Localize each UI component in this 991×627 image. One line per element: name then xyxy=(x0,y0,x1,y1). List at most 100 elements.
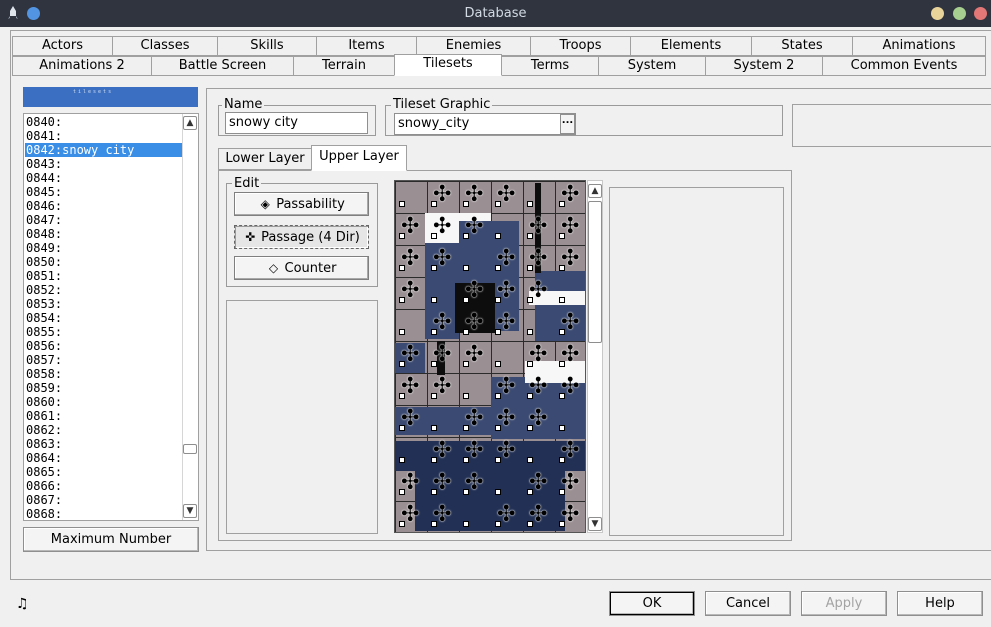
help-button[interactable]: Help xyxy=(897,591,983,616)
tab-tilesets[interactable]: Tilesets xyxy=(394,54,502,76)
passability-icon: ◈ xyxy=(260,197,270,211)
tile-properties-area xyxy=(609,187,784,536)
music-note-icon[interactable]: ♫ xyxy=(16,596,32,612)
list-item[interactable]: 0845: xyxy=(25,185,182,199)
list-item[interactable]: 0853: xyxy=(25,297,182,311)
tab-terrain[interactable]: Terrain xyxy=(293,56,395,76)
tab-common-events[interactable]: Common Events xyxy=(822,56,986,76)
list-item[interactable]: 0844: xyxy=(25,171,182,185)
passage-4dir-label: Passage (4 Dir) xyxy=(261,230,360,245)
name-input[interactable]: snowy city xyxy=(225,112,368,134)
tab-animations-2[interactable]: Animations 2 xyxy=(12,56,152,76)
passage-marker-icon xyxy=(431,297,437,303)
tab-lower-layer[interactable]: Lower Layer xyxy=(218,148,312,170)
tab-battle-screen[interactable]: Battle Screen xyxy=(151,56,294,76)
list-item[interactable]: 0868: xyxy=(25,507,182,520)
tab-animations[interactable]: Animations xyxy=(852,36,986,56)
list-item[interactable]: 0858: xyxy=(25,367,182,381)
passage-marker-icon xyxy=(559,425,565,431)
tileset-scroll-down-icon[interactable]: ▼ xyxy=(588,517,602,531)
tileset-scroll-thumb[interactable] xyxy=(588,201,602,343)
tab-troops[interactable]: Troops xyxy=(530,36,631,56)
tab-skills[interactable]: Skills xyxy=(217,36,317,56)
list-item[interactable]: 0849: xyxy=(25,241,182,255)
name-label: Name xyxy=(222,97,265,112)
passage-marker-icon xyxy=(463,393,469,399)
tab-terms[interactable]: Terms xyxy=(501,56,599,76)
four-way-arrow-icon: ✣ xyxy=(497,438,516,463)
tab-items[interactable]: Items xyxy=(316,36,417,56)
list-item[interactable]: 0842:snowy city xyxy=(25,143,182,157)
list-item[interactable]: 0866: xyxy=(25,479,182,493)
tileset-graphic-label: Tileset Graphic xyxy=(391,97,493,112)
browse-button[interactable]: ... xyxy=(560,114,575,134)
tileset-scrollbar[interactable]: ▲ ▼ xyxy=(587,180,603,533)
passability-button[interactable]: ◈ Passability xyxy=(234,192,369,216)
passage-marker-icon xyxy=(527,457,533,463)
list-item[interactable]: 0862: xyxy=(25,423,182,437)
tab-elements[interactable]: Elements xyxy=(630,36,752,56)
four-way-arrow-icon: ✣ xyxy=(497,502,516,527)
tileset-preview[interactable]: ✣ ✣ ✣ ✣ ✣ ✣ ✣ ✣ ✣ ✣ ✣ ✣ ✣ ✣ ✣ ✣ ✣ ✣ ✣ ✣ ✣ ✣ ✣ ✣ ✣ ✣ ✣ ✣ ✣ ✣ ✣ ✣ ✣ ✣ ✣ ✣ ✣ ✣ ✣ ✣… xyxy=(394,180,586,533)
passage-4dir-button[interactable]: ✜ Passage (4 Dir) xyxy=(234,225,369,249)
list-item[interactable]: 0848: xyxy=(25,227,182,241)
list-item[interactable]: 0846: xyxy=(25,199,182,213)
title-bar: Database xyxy=(0,0,991,27)
counter-button[interactable]: ◇ Counter xyxy=(234,256,369,280)
scroll-thumb[interactable] xyxy=(183,444,197,454)
tileset-graphic-field[interactable]: snowy_city xyxy=(394,113,576,135)
list-item[interactable]: 0851: xyxy=(25,269,182,283)
passage-marker-icon xyxy=(431,425,437,431)
list-item[interactable]: 0843: xyxy=(25,157,182,171)
four-way-arrow-icon: ✣ xyxy=(465,406,484,431)
list-item[interactable]: 0867: xyxy=(25,493,182,507)
ok-button[interactable]: OK xyxy=(609,591,695,616)
passage-marker-icon xyxy=(559,297,565,303)
list-item[interactable]: 0857: xyxy=(25,353,182,367)
maximum-number-button[interactable]: Maximum Number xyxy=(23,527,199,552)
passage-marker-icon xyxy=(495,233,501,239)
list-scrollbar[interactable]: ▲ ▼ xyxy=(182,114,198,520)
list-item[interactable]: 0855: xyxy=(25,325,182,339)
list-item[interactable]: 0847: xyxy=(25,213,182,227)
four-way-arrow-icon: ✣ xyxy=(433,502,452,527)
list-item[interactable]: 0850: xyxy=(25,255,182,269)
list-item[interactable]: 0861: xyxy=(25,409,182,423)
tileset-scroll-up-icon[interactable]: ▲ xyxy=(588,184,602,198)
list-item[interactable]: 0852: xyxy=(25,283,182,297)
close-button[interactable] xyxy=(974,7,987,20)
tab-upper-layer[interactable]: Upper Layer xyxy=(311,145,407,171)
four-way-arrow-icon: ✣ xyxy=(529,246,548,271)
list-item[interactable]: 0864: xyxy=(25,451,182,465)
maximize-button[interactable] xyxy=(953,7,966,20)
tab-states[interactable]: States xyxy=(751,36,853,56)
passage-marker-icon xyxy=(527,201,533,207)
list-item[interactable]: 0863: xyxy=(25,437,182,451)
tab-enemies[interactable]: Enemies xyxy=(416,36,531,56)
passage-marker-icon xyxy=(527,329,533,335)
scroll-up-icon[interactable]: ▲ xyxy=(183,116,197,130)
list-item[interactable]: 0865: xyxy=(25,465,182,479)
scroll-down-icon[interactable]: ▼ xyxy=(183,504,197,518)
list-item[interactable]: 0841: xyxy=(25,129,182,143)
tab-system[interactable]: System xyxy=(598,56,706,76)
tab-classes[interactable]: Classes xyxy=(112,36,218,56)
edit-label: Edit xyxy=(232,176,262,191)
list-item[interactable]: 0859: xyxy=(25,381,182,395)
four-way-arrow-icon: ✣ xyxy=(401,342,420,367)
four-way-arrow-icon: ✣ xyxy=(561,470,580,495)
four-way-arrow-icon: ✣ xyxy=(401,502,420,527)
four-way-arrow-icon: ✣ xyxy=(497,182,516,207)
cancel-button[interactable]: Cancel xyxy=(705,591,791,616)
list-item[interactable]: 0854: xyxy=(25,311,182,325)
list-item[interactable]: 0840: xyxy=(25,115,182,129)
minimize-button[interactable] xyxy=(931,7,944,20)
list-item[interactable]: 0860: xyxy=(25,395,182,409)
tab-actors[interactable]: Actors xyxy=(12,36,113,56)
four-way-arrow-icon: ✣ xyxy=(401,374,420,399)
apply-button[interactable]: Apply xyxy=(801,591,887,616)
tab-system-2[interactable]: System 2 xyxy=(705,56,823,76)
list-item[interactable]: 0856: xyxy=(25,339,182,353)
tileset-id-list[interactable]: 0840: 0841: 0842:snowy city 0843: 0844: 0845:… xyxy=(23,113,199,521)
four-way-arrow-icon: ✣ xyxy=(433,342,452,367)
